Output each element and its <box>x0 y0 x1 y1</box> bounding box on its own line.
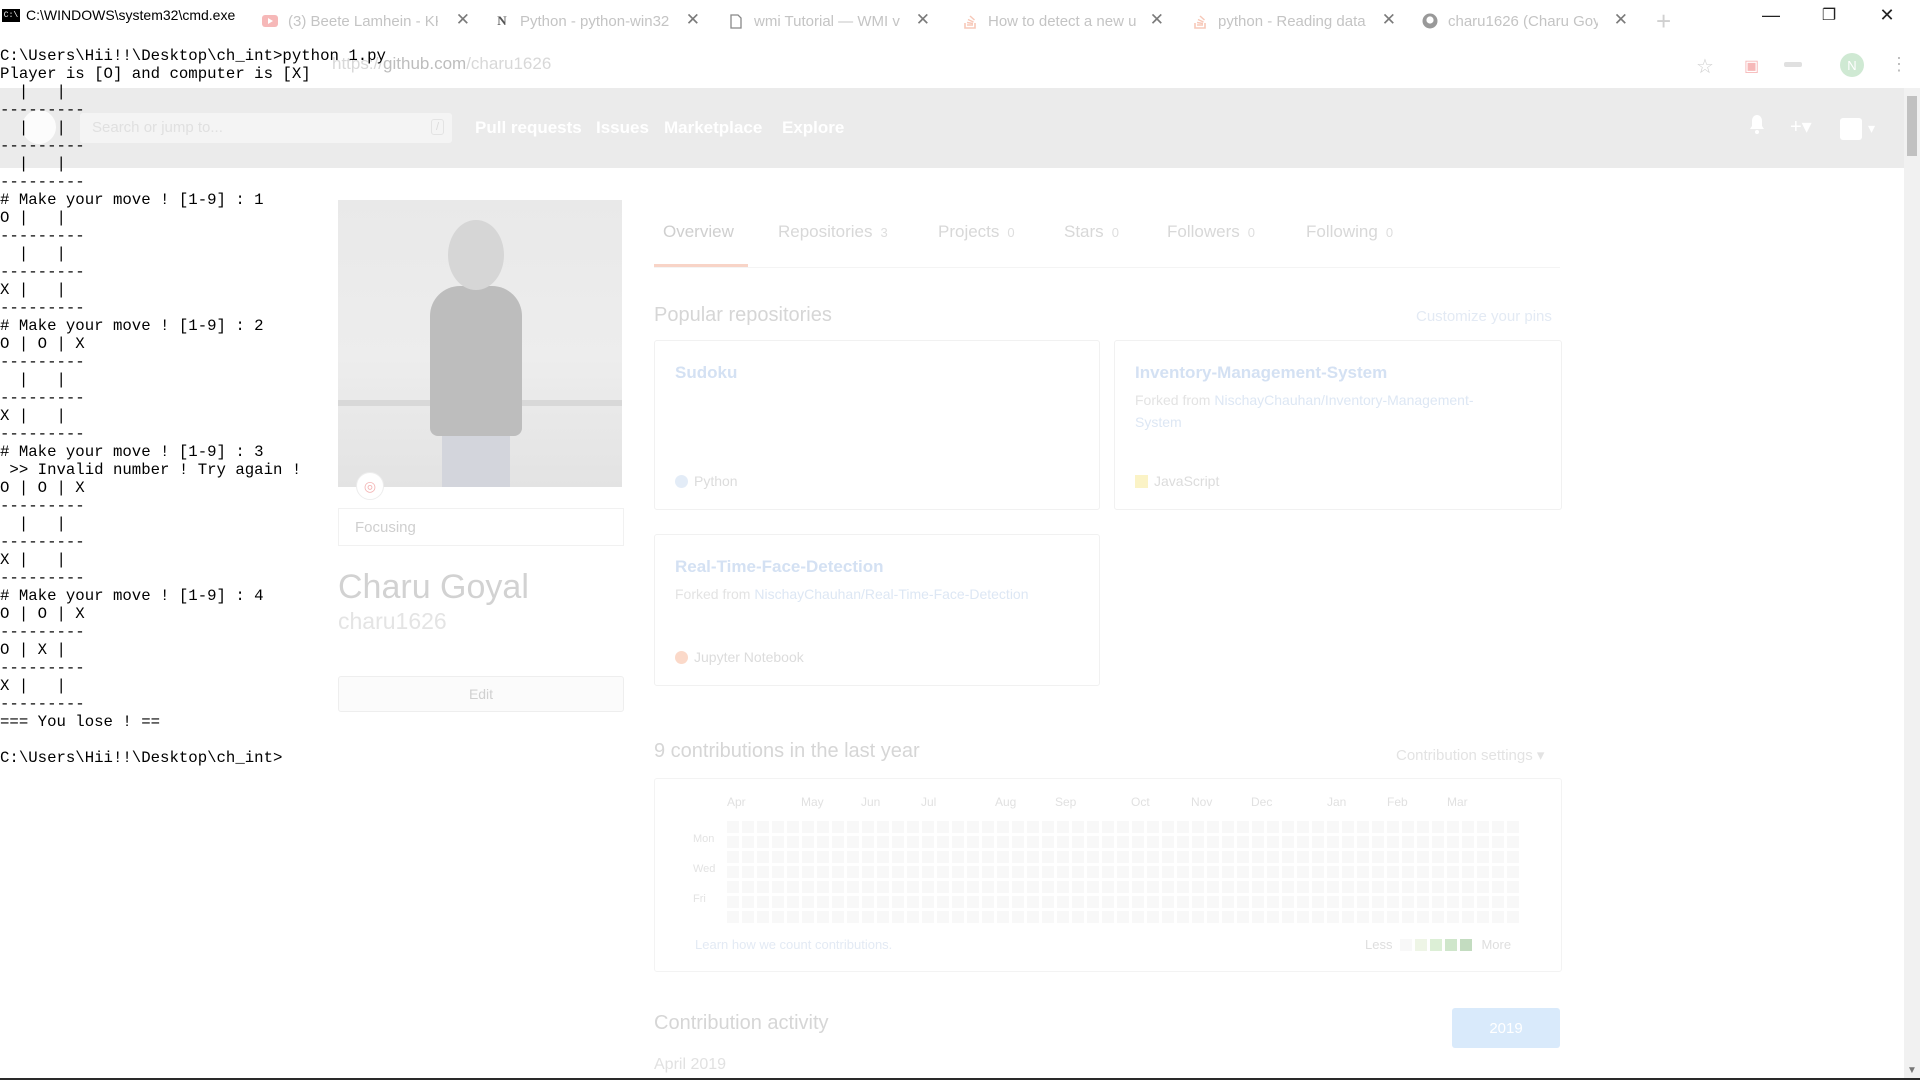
console-line: >> Invalid number ! Try again ! <box>0 461 302 479</box>
console-line: --------- <box>0 227 85 245</box>
console-line: Player is [O] and computer is [X] <box>0 65 311 83</box>
console-line: # Make your move ! [1-9] : 4 <box>0 587 264 605</box>
cmd-window: C:\ C:\WINDOWS\system32\cmd.exe C:\Users… <box>0 0 1920 1080</box>
console-line: C:\Users\Hii!!\Desktop\ch_int>python 1.p… <box>0 47 386 65</box>
console-line: === You lose ! == <box>0 713 161 731</box>
console-line: | | <box>0 119 66 137</box>
console-line: X | | <box>0 281 66 299</box>
console-line: C:\Users\Hii!!\Desktop\ch_int> <box>0 749 283 767</box>
console-line: --------- <box>0 659 85 677</box>
console-line: | | <box>0 83 66 101</box>
console-line: # Make your move ! [1-9] : 3 <box>0 443 264 461</box>
console-line: O | O | X <box>0 335 85 353</box>
console-line: --------- <box>0 263 85 281</box>
console-line: --------- <box>0 299 85 317</box>
console-line: --------- <box>0 389 85 407</box>
console-output[interactable]: C:\Users\Hii!!\Desktop\ch_int>python 1.p… <box>0 47 386 767</box>
cmd-app-icon: C:\ <box>2 8 20 22</box>
console-line: --------- <box>0 173 85 191</box>
console-line: --------- <box>0 101 85 119</box>
console-line: --------- <box>0 533 85 551</box>
console-line: O | X | <box>0 641 66 659</box>
console-line: --------- <box>0 497 85 515</box>
console-line: --------- <box>0 569 85 587</box>
cmd-title-bar[interactable]: C:\ C:\WINDOWS\system32\cmd.exe <box>0 0 244 30</box>
console-line: O | | <box>0 209 66 227</box>
console-line: --------- <box>0 137 85 155</box>
console-line: # Make your move ! [1-9] : 1 <box>0 191 264 209</box>
console-line: --------- <box>0 623 85 641</box>
console-line: | | <box>0 155 66 173</box>
console-line: --------- <box>0 425 85 443</box>
cmd-title: C:\WINDOWS\system32\cmd.exe <box>26 7 236 23</box>
console-line: --------- <box>0 353 85 371</box>
console-line: --------- <box>0 695 85 713</box>
console-line: O | O | X <box>0 605 85 623</box>
console-line: X | | <box>0 677 66 695</box>
console-line: | | <box>0 245 66 263</box>
console-line: | | <box>0 371 66 389</box>
console-line: | | <box>0 515 66 533</box>
console-line: X | | <box>0 407 66 425</box>
console-line: # Make your move ! [1-9] : 2 <box>0 317 264 335</box>
console-line: X | | <box>0 551 66 569</box>
console-line: O | O | X <box>0 479 85 497</box>
